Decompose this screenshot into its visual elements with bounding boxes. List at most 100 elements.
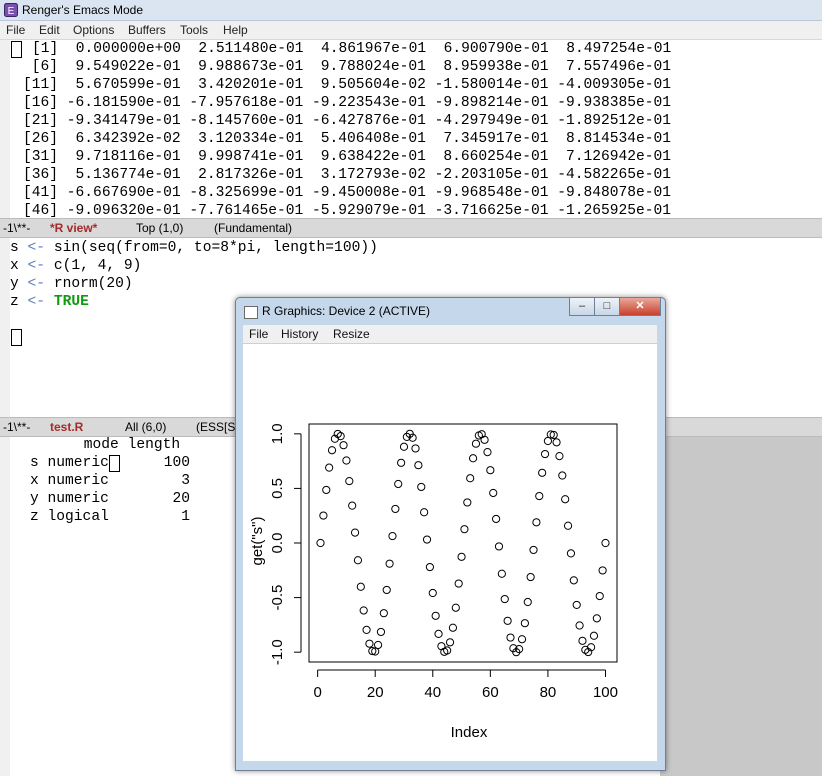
data-point bbox=[457, 552, 466, 561]
data-point bbox=[362, 625, 371, 634]
table-row: y numeric bbox=[30, 491, 109, 507]
y-tick-label: 0.5 bbox=[269, 478, 286, 499]
data-point bbox=[345, 476, 354, 486]
data-point bbox=[563, 521, 573, 530]
x-tick-label: 80 bbox=[540, 684, 557, 701]
r-graphics-window[interactable]: R Graphics: Device 2 (ACTIVE) – □ ✕ File… bbox=[235, 297, 666, 771]
data-point bbox=[463, 498, 472, 507]
data-point bbox=[506, 633, 515, 642]
data-point bbox=[434, 629, 443, 638]
data-point bbox=[468, 454, 478, 463]
data-point bbox=[552, 438, 561, 447]
test-cursor bbox=[109, 455, 120, 472]
data-point bbox=[526, 572, 535, 582]
close-button[interactable]: ✕ bbox=[619, 298, 661, 316]
data-point bbox=[350, 528, 360, 537]
data-point bbox=[592, 614, 601, 623]
data-point bbox=[486, 466, 495, 475]
fringe-rview bbox=[0, 237, 10, 417]
r-graphics-window-icon bbox=[244, 306, 258, 319]
r-output-pane: [1] 0.000000e+00 2.511480e-01 4.861967e-… bbox=[10, 40, 822, 218]
output-line: [36] 5.136774e-01 2.817326e-01 3.172793e… bbox=[23, 167, 672, 183]
data-point bbox=[428, 588, 437, 598]
menu-help[interactable]: Help bbox=[223, 23, 248, 37]
data-point bbox=[356, 582, 365, 591]
output-line: [26] 6.342392e-02 3.120334e-01 5.406408e… bbox=[23, 131, 672, 147]
data-point bbox=[578, 636, 587, 645]
data-point bbox=[348, 501, 357, 510]
data-point bbox=[385, 559, 394, 568]
data-point bbox=[322, 485, 331, 495]
output-line: [11] 5.670599e-01 3.420201e-01 9.505604e… bbox=[23, 77, 672, 93]
menu-options[interactable]: Options bbox=[73, 23, 114, 37]
data-point bbox=[494, 542, 504, 551]
data-point bbox=[569, 576, 578, 585]
data-point bbox=[425, 562, 434, 572]
data-point bbox=[431, 611, 440, 620]
code-line: y <- rnorm(20) bbox=[10, 276, 133, 292]
modeline-major-mode[interactable]: (Fundamental) bbox=[214, 221, 292, 235]
emacs-menubar: File Edit Options Buffers Tools Help bbox=[0, 21, 822, 40]
rg-menu-file[interactable]: File bbox=[249, 327, 268, 341]
data-point bbox=[454, 579, 463, 588]
data-point bbox=[532, 518, 541, 527]
data-point bbox=[517, 635, 527, 644]
code-line: x <- c(1, 4, 9) bbox=[10, 258, 142, 274]
table-row: s numeric bbox=[30, 455, 109, 471]
r-graphics-menubar: File History Resize bbox=[243, 325, 657, 344]
y-tick-label: -1.0 bbox=[269, 639, 286, 665]
y-tick-label: 1.0 bbox=[269, 423, 286, 444]
table-cell-length: 20 bbox=[172, 491, 190, 507]
data-point bbox=[561, 495, 570, 504]
data-point bbox=[566, 549, 576, 558]
table-header: mode length bbox=[40, 437, 181, 453]
r-graphics-canvas: 0 20 40 60 80 100 -1.0 -0.5 0.0 0.5 1.0 Index get(… bbox=[243, 344, 657, 761]
menu-tools[interactable]: Tools bbox=[180, 23, 208, 37]
data-point bbox=[529, 545, 538, 555]
emacs-window-title: Renger's Emacs Mode bbox=[22, 3, 144, 17]
data-point bbox=[589, 631, 599, 640]
output-line: [1] 0.000000e+00 2.511480e-01 4.861967e-… bbox=[32, 41, 672, 57]
x-tick-label: 60 bbox=[482, 684, 499, 701]
modeline-buffer-name[interactable]: test.R bbox=[50, 420, 83, 434]
data-point bbox=[466, 474, 475, 483]
modeline-major-mode[interactable]: (ESS[S bbox=[196, 420, 235, 434]
data-point bbox=[492, 514, 501, 524]
data-point bbox=[558, 471, 567, 480]
data-point bbox=[353, 556, 363, 565]
minimize-button[interactable]: – bbox=[569, 298, 595, 316]
rg-menu-history[interactable]: History bbox=[281, 327, 318, 341]
data-point bbox=[598, 566, 607, 575]
data-point bbox=[538, 468, 547, 477]
modeline-position: All (6,0) bbox=[125, 420, 167, 434]
rg-menu-resize[interactable]: Resize bbox=[333, 327, 370, 341]
data-point bbox=[339, 441, 348, 450]
data-point bbox=[388, 531, 397, 541]
output-line: [21] -9.341479e-01 -8.145760e-01 -6.4278… bbox=[23, 113, 672, 129]
code-line: s <- sin(seq(from=0, to=8*pi, length=100… bbox=[10, 240, 378, 256]
data-point bbox=[503, 616, 512, 625]
data-point bbox=[540, 449, 550, 459]
table-cell-length: 3 bbox=[181, 473, 190, 489]
menu-file[interactable]: File bbox=[6, 23, 25, 37]
output-cursor bbox=[11, 41, 22, 58]
modeline-buffer-name[interactable]: *R view* bbox=[50, 221, 97, 235]
x-tick-label: 0 bbox=[313, 684, 321, 701]
data-point bbox=[391, 504, 400, 514]
r-graphics-title: R Graphics: Device 2 (ACTIVE) bbox=[262, 304, 431, 318]
data-point bbox=[572, 600, 581, 610]
maximize-button[interactable]: □ bbox=[594, 298, 620, 316]
data-point bbox=[365, 639, 374, 648]
data-point bbox=[359, 606, 368, 615]
menu-edit[interactable]: Edit bbox=[39, 23, 60, 37]
modeline-status: -1\**- bbox=[3, 221, 31, 235]
data-point bbox=[523, 597, 532, 607]
data-point bbox=[376, 627, 386, 637]
y-tick-label: -0.5 bbox=[269, 585, 286, 611]
modeline-rview: -1\**- *R view* Top (1,0) (Fundamental) bbox=[0, 218, 822, 238]
r-graphics-titlebar[interactable]: R Graphics: Device 2 (ACTIVE) – □ ✕ bbox=[236, 298, 665, 324]
data-point bbox=[382, 585, 391, 595]
data-point bbox=[394, 479, 403, 489]
data-point bbox=[471, 439, 481, 448]
menu-buffers[interactable]: Buffers bbox=[128, 23, 166, 37]
